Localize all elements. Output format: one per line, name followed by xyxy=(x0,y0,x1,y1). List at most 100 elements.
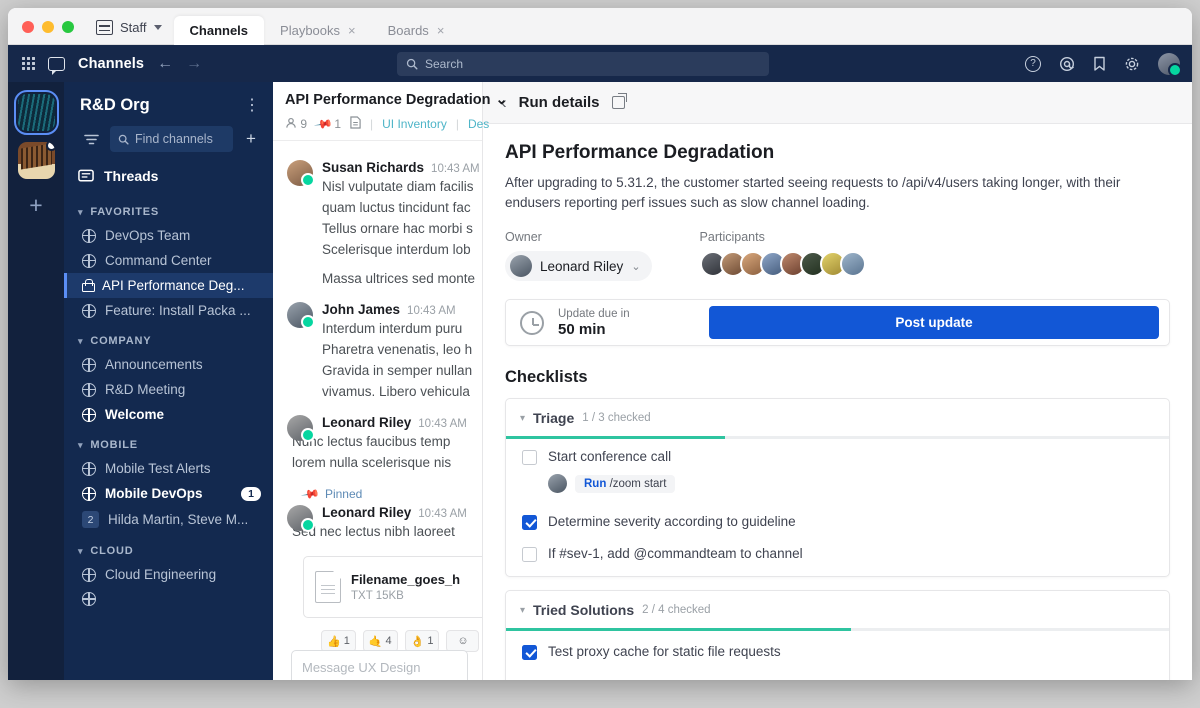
member-count[interactable]: 9 xyxy=(285,117,307,131)
sidebar-menu-icon[interactable]: ⋮ xyxy=(244,97,261,114)
category-cloud[interactable]: ▾ CLOUD xyxy=(64,533,273,562)
saved-posts-icon[interactable] xyxy=(1093,56,1106,72)
sidebar-item-api-performance-degradation[interactable]: API Performance Deg... xyxy=(64,273,273,298)
add-team-button[interactable]: + xyxy=(29,194,42,217)
message-list[interactable]: Susan Richards 10:43 AM Nisl vulputate d… xyxy=(273,141,482,680)
message-author[interactable]: Leonard Riley xyxy=(322,505,411,520)
find-channels-input[interactable]: Find channels xyxy=(110,126,233,152)
forward-arrow-icon[interactable]: → xyxy=(186,55,202,72)
message-author[interactable]: Susan Richards xyxy=(322,160,424,175)
channel-link-design[interactable]: Des xyxy=(468,117,489,131)
category-mobile[interactable]: ▾ MOBILE xyxy=(64,427,273,456)
sidebar-item-partial[interactable] xyxy=(64,587,273,611)
checklist-header[interactable]: ▾ Tried Solutions 2 / 4 checked xyxy=(506,591,1169,628)
minimize-window-button[interactable] xyxy=(42,21,54,33)
reaction-ok[interactable]: 👌 1 xyxy=(404,630,440,652)
window-controls[interactable] xyxy=(8,21,86,44)
file-attachment[interactable]: Filename_goes_h TXT 15KB xyxy=(303,556,482,618)
sidebar-item-mobile-test-alerts[interactable]: Mobile Test Alerts xyxy=(64,456,273,481)
checkbox[interactable] xyxy=(522,515,537,530)
search-input[interactable]: Search xyxy=(397,51,769,76)
sidebar-item-cloud-engineering[interactable]: Cloud Engineering xyxy=(64,562,273,587)
checklist-progress-bar xyxy=(506,436,1169,439)
message-timestamp: 10:43 AM xyxy=(407,305,456,317)
update-due-text: Update due in 50 min xyxy=(558,308,630,338)
checkbox[interactable] xyxy=(522,450,537,465)
sidebar-item-command-center[interactable]: Command Center xyxy=(64,248,273,273)
reaction-emoji: 👌 xyxy=(410,635,425,648)
message-author[interactable]: Leonard Riley xyxy=(322,415,411,430)
avatar[interactable] xyxy=(287,160,315,187)
team-icon-1[interactable] xyxy=(13,90,59,135)
run-command-label: Run xyxy=(584,477,607,490)
dm-member-count: 2 xyxy=(82,511,99,528)
channel-title[interactable]: API Performance Degradation ⌄ xyxy=(285,92,508,108)
pinned-count[interactable]: 📌 1 xyxy=(313,114,341,134)
avatar[interactable] xyxy=(287,415,315,442)
avatar[interactable] xyxy=(839,251,866,277)
add-reaction-icon[interactable]: ☺ xyxy=(446,630,480,652)
back-arrow-icon[interactable]: ← xyxy=(157,55,173,72)
product-menu-icon[interactable] xyxy=(22,57,35,70)
message-author[interactable]: John James xyxy=(322,302,400,317)
close-icon[interactable]: × xyxy=(348,24,356,37)
participants-avatars[interactable] xyxy=(699,251,866,277)
checklist-header[interactable]: ▾ Triage 1 / 3 checked xyxy=(506,399,1169,436)
sidebar-item-feature-install-package[interactable]: Feature: Install Packa ... xyxy=(64,298,273,323)
filter-icon[interactable] xyxy=(78,126,104,152)
sidebar-item-rd-meeting[interactable]: R&D Meeting xyxy=(64,377,273,402)
team-icon-2[interactable] xyxy=(17,142,55,179)
run-details-content[interactable]: API Performance Degradation After upgrad… xyxy=(483,124,1192,680)
message-text: Nunc lectus faucibus temp xyxy=(292,434,451,449)
checkbox[interactable] xyxy=(522,645,537,660)
checklist-item[interactable]: Test proxy cache for static file request… xyxy=(506,631,1169,662)
avatar xyxy=(510,255,532,277)
maximize-window-button[interactable] xyxy=(62,21,74,33)
message-header: Leonard Riley 10:43 AM xyxy=(322,505,467,520)
user-avatar[interactable] xyxy=(1158,52,1182,77)
open-external-icon[interactable] xyxy=(611,93,627,109)
browse-or-create-channel-button[interactable]: + xyxy=(239,127,263,151)
message-input[interactable]: Message UX Design xyxy=(291,650,468,680)
tab-boards[interactable]: Boards × xyxy=(372,16,461,45)
server-selector[interactable]: Staff xyxy=(86,20,174,44)
checklist-item[interactable]: Determine severity according to guidelin… xyxy=(506,504,1169,532)
help-icon[interactable]: ? xyxy=(1025,55,1041,72)
avatar[interactable] xyxy=(287,302,315,329)
product-name: Channels xyxy=(78,55,145,72)
channel-link-ui-inventory[interactable]: UI Inventory xyxy=(382,117,447,131)
sidebar-item-welcome[interactable]: Welcome xyxy=(64,402,273,427)
message-body: Leonard Riley 10:43 AM Nunc lectus fauci… xyxy=(292,415,467,472)
tab-channels[interactable]: Channels xyxy=(173,16,265,45)
checklist-item[interactable]: If #sev-1, add @commandteam to channel xyxy=(506,532,1169,576)
checkbox[interactable] xyxy=(522,547,537,562)
reaction-thumbsup[interactable]: 👍 1 xyxy=(321,630,356,652)
sidebar-item-group-dm[interactable]: 2 Hilda Martin, Steve M... xyxy=(64,506,273,533)
slash-command-chip[interactable]: Run /zoom start xyxy=(575,474,676,493)
avatar[interactable] xyxy=(287,505,315,532)
tab-label: Channels xyxy=(189,23,249,38)
close-icon[interactable]: × xyxy=(437,24,445,37)
tab-playbooks[interactable]: Playbooks × xyxy=(264,16,372,45)
category-favorites[interactable]: ▾ FAVORITES xyxy=(64,194,273,223)
post-update-button[interactable]: Post update xyxy=(709,306,1159,339)
owner-selector[interactable]: Leonard Riley ⌄ xyxy=(505,251,652,281)
channel-view: API Performance Degradation ⌄ 9 📌 1 | UI… xyxy=(273,82,508,680)
checklist-item[interactable]: Start conference call xyxy=(506,439,1169,467)
category-company[interactable]: ▾ COMPANY xyxy=(64,323,273,352)
reaction-emoji: 👍 xyxy=(327,635,341,648)
close-window-button[interactable] xyxy=(22,21,34,33)
mentions-icon[interactable] xyxy=(1059,56,1075,72)
sidebar-item-devops-team[interactable]: DevOps Team xyxy=(64,223,273,248)
files-icon[interactable] xyxy=(350,116,361,132)
chevron-down-icon: ▾ xyxy=(520,604,526,616)
settings-gear-icon[interactable] xyxy=(1124,56,1140,72)
checklist-item[interactable]: Confirm blue/green environments identica… xyxy=(506,662,1169,680)
reaction-callme[interactable]: 🤙 4 xyxy=(362,630,398,652)
sidebar-item-mobile-devops[interactable]: Mobile DevOps 1 xyxy=(64,481,273,506)
checklist-item-command[interactable]: Run /zoom start xyxy=(506,467,1169,504)
sidebar-item-threads[interactable]: Threads xyxy=(64,158,273,194)
message-text: Pharetra venenatis, leo h xyxy=(322,342,473,357)
app-window: Staff Channels Playbooks × Boards × Chan… xyxy=(8,8,1192,680)
sidebar-item-announcements[interactable]: Announcements xyxy=(64,352,273,377)
